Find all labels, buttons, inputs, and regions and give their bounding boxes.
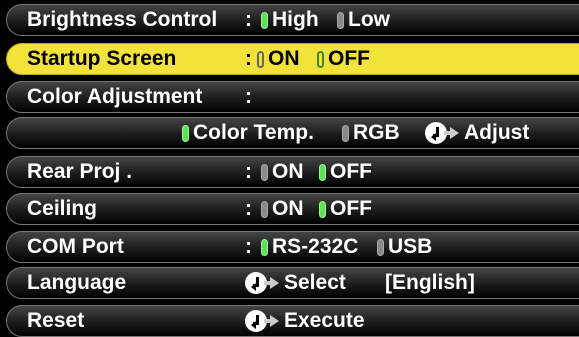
reset-label: Reset (27, 309, 85, 332)
option-low[interactable]: Low (337, 5, 390, 35)
rear-proj-label: Rear Proj . (27, 160, 133, 183)
arrow-right-icon (264, 315, 279, 327)
select-action[interactable]: Select (245, 268, 346, 298)
colon: : (245, 8, 252, 31)
option-low-label: Low (348, 8, 390, 31)
adjust-label: Adjust (464, 121, 530, 144)
option-off[interactable]: OFF (317, 44, 370, 74)
option-high-label: High (272, 8, 319, 31)
selected-indicator-icon (182, 124, 189, 142)
menu-row-com-port[interactable]: COM Port : RS-232C USB (6, 231, 579, 263)
language-value: [English] (385, 271, 475, 294)
colon: : (245, 197, 252, 220)
option-on-label: ON (268, 47, 300, 70)
execute-label: Execute (284, 309, 365, 332)
colon: : (245, 235, 252, 258)
unselected-indicator-icon (261, 163, 268, 181)
com-port-label: COM Port (27, 235, 124, 258)
option-rs232c-label: RS-232C (272, 235, 359, 258)
colon: : (245, 160, 252, 183)
menu-row-color-adjustment[interactable]: Color Adjustment : (6, 81, 579, 113)
arrow-right-icon (444, 127, 459, 139)
selected-indicator-icon (319, 200, 326, 218)
select-label: Select (284, 271, 346, 294)
option-off[interactable]: OFF (319, 194, 372, 224)
option-rs232c[interactable]: RS-232C (261, 232, 358, 262)
unselected-indicator-icon (377, 238, 384, 256)
option-rgb[interactable]: RGB (342, 118, 400, 148)
unselected-indicator-icon (337, 11, 344, 29)
menu-row-brightness-control[interactable]: Brightness Control : High Low (6, 4, 579, 36)
brightness-control-label: Brightness Control (27, 8, 218, 31)
option-off[interactable]: OFF (319, 157, 372, 187)
option-rgb-label: RGB (353, 121, 400, 144)
option-on-label: ON (272, 197, 304, 220)
menu-row-language[interactable]: Language Select [English] (6, 267, 579, 299)
option-on[interactable]: ON (257, 44, 300, 74)
unselected-indicator-icon (257, 50, 264, 68)
arrow-right-icon (264, 277, 279, 289)
unselected-indicator-icon (342, 124, 349, 142)
selected-indicator-icon (261, 11, 268, 29)
option-on-label: ON (272, 160, 304, 183)
execute-action[interactable]: Execute (245, 306, 365, 336)
option-on[interactable]: ON (261, 157, 304, 187)
selected-indicator-icon (317, 50, 324, 68)
option-off-label: OFF (328, 47, 370, 70)
language-label: Language (27, 271, 127, 294)
option-off-label: OFF (330, 197, 372, 220)
adjust-action[interactable]: Adjust (425, 118, 529, 148)
colon: : (245, 47, 252, 70)
option-color-temp-label: Color Temp. (193, 121, 314, 144)
option-off-label: OFF (330, 160, 372, 183)
selected-indicator-icon (261, 238, 268, 256)
option-usb-label: USB (388, 235, 433, 258)
option-usb[interactable]: USB (377, 232, 432, 262)
option-on[interactable]: ON (261, 194, 304, 224)
startup-screen-label: Startup Screen (27, 47, 177, 70)
menu-row-ceiling[interactable]: Ceiling : ON OFF (6, 193, 579, 225)
unselected-indicator-icon (261, 200, 268, 218)
option-high[interactable]: High (261, 5, 319, 35)
color-adjustment-label: Color Adjustment (27, 85, 203, 108)
selected-indicator-icon (319, 163, 326, 181)
menu-row-reset[interactable]: Reset Execute (6, 305, 579, 337)
menu-row-startup-screen[interactable]: Startup Screen : ON OFF (6, 43, 579, 75)
menu-row-color-adjustment-sub[interactable]: Color Temp. RGB Adjust (6, 117, 579, 149)
menu-row-rear-proj[interactable]: Rear Proj . : ON OFF (6, 156, 579, 188)
ceiling-label: Ceiling (27, 197, 98, 220)
colon: : (245, 85, 252, 108)
option-color-temp[interactable]: Color Temp. (182, 118, 314, 148)
setting-menu: Brightness Control : High Low Startup Sc… (0, 0, 579, 337)
